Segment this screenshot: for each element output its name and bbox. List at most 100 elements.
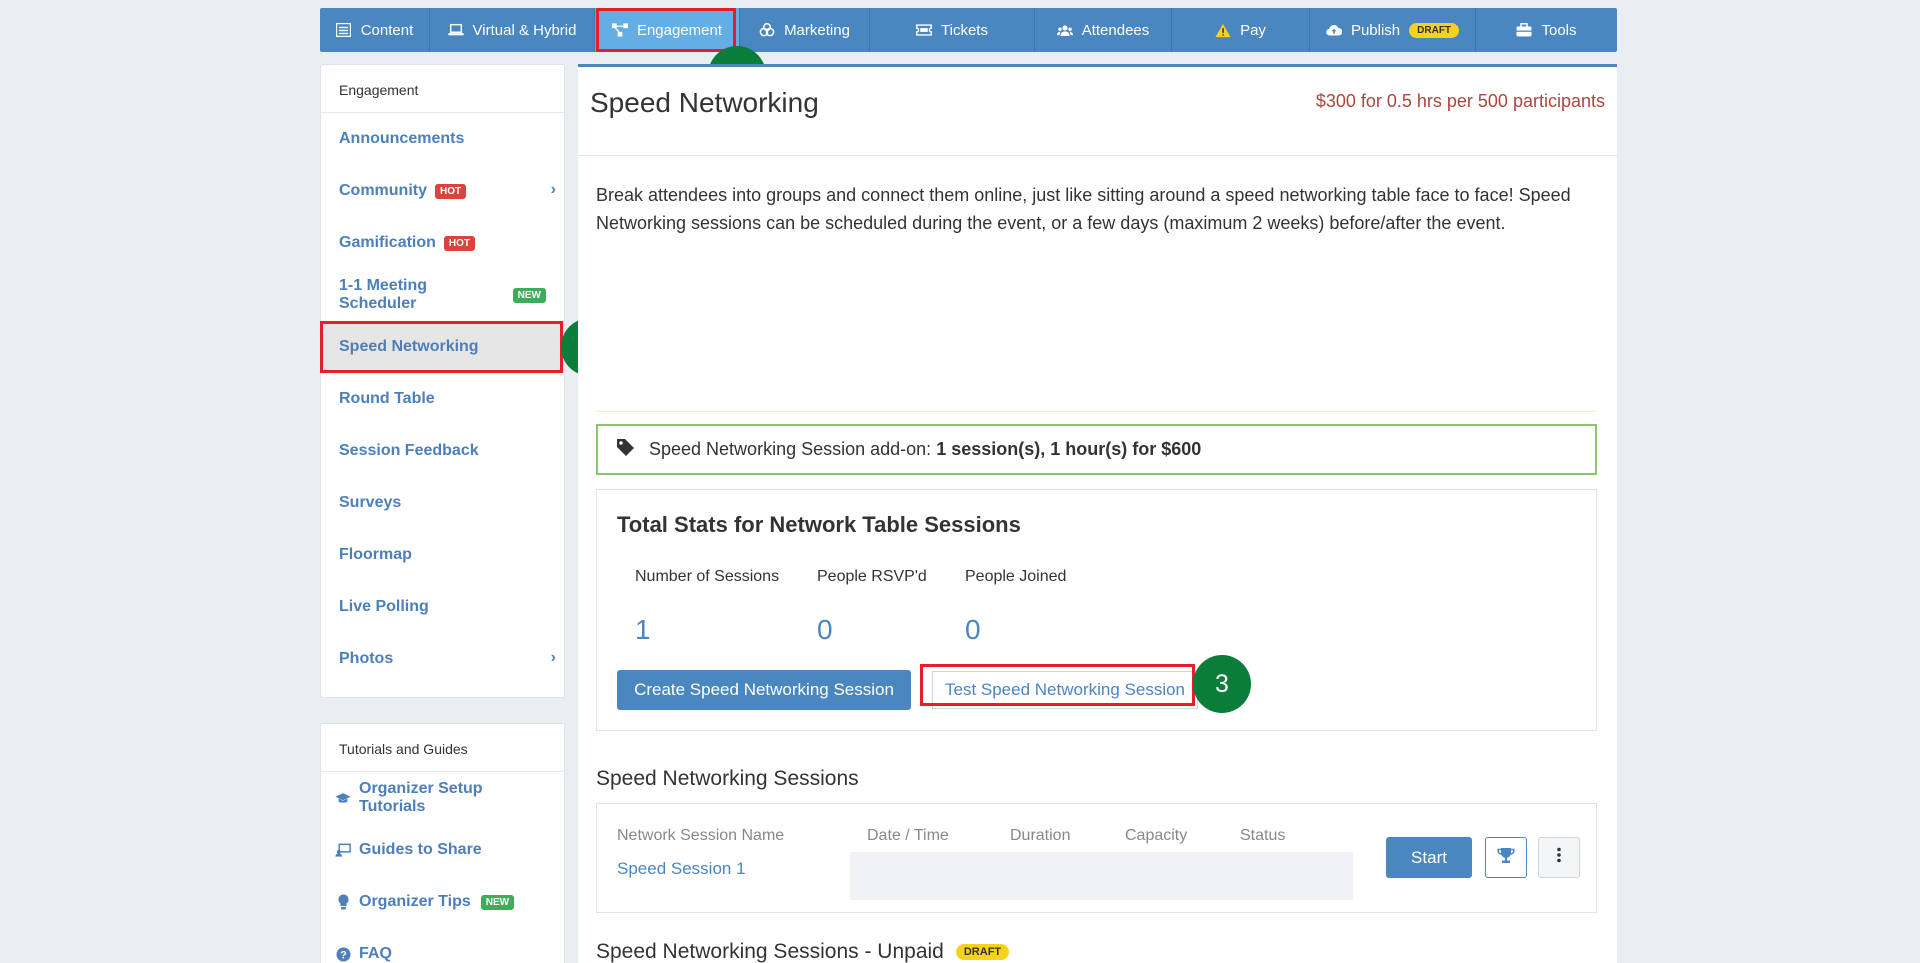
column-header-date-time: Date / Time — [867, 827, 949, 844]
network-icon — [611, 22, 628, 38]
sidebar-item-label: 1-1 Meeting Scheduler — [339, 277, 428, 312]
sidebar-item-photos[interactable]: Photos › — [321, 633, 564, 685]
guide-item-label: Organizer Setup Tutorials — [359, 780, 483, 815]
toolbox-icon — [1516, 22, 1532, 38]
price-note: $300 for 0.5 hrs per 500 participants — [1315, 91, 1605, 111]
sidebar-item-announcements[interactable]: Announcements — [321, 113, 564, 165]
stat-people-joined: People Joined 0 — [965, 568, 1066, 646]
guide-item-guides-to-share[interactable]: Guides to Share — [321, 824, 564, 876]
sidebar-item-speed-networking[interactable]: Speed Networking — [321, 321, 564, 373]
guide-item-organizer-tips[interactable]: Organizer Tips NEW — [321, 876, 564, 928]
cloud-upload-icon — [1326, 22, 1342, 38]
sidebar-guides: Tutorials and Guides Organizer Setup Tut… — [320, 723, 565, 963]
nav-engagement[interactable]: Engagement — [595, 8, 740, 52]
unpaid-sessions-title: Speed Networking Sessions - Unpaid — [596, 940, 944, 963]
sessions-table: Network Session Name Date / Time Duratio… — [596, 803, 1597, 913]
hot-tag: HOT — [443, 235, 476, 251]
users-icon — [1056, 22, 1073, 38]
laptop-icon — [447, 22, 464, 38]
nav-marketing[interactable]: Marketing — [740, 8, 870, 52]
nav-tickets[interactable]: Tickets — [870, 8, 1035, 52]
sidebar-item-label: Surveys — [339, 494, 402, 511]
sidebar-item-floormap[interactable]: Floormap — [321, 529, 564, 581]
guide-item-label: FAQ — [359, 945, 392, 962]
warning-icon — [1215, 22, 1231, 38]
stat-label: Number of Sessions — [635, 568, 780, 585]
guide-item-setup-tutorials[interactable]: Organizer Setup Tutorials — [321, 772, 564, 824]
sidebar-item-label: Photos — [339, 650, 394, 667]
nav-label: Tools — [1541, 21, 1577, 39]
nav-virtual-hybrid[interactable]: Virtual & Hybrid — [430, 8, 595, 52]
nav-publish[interactable]: Publish DRAFT — [1310, 8, 1476, 52]
sidebar-item-label: Session Feedback — [339, 442, 479, 459]
addon-prefix: Speed Networking Session add-on: — [649, 439, 932, 459]
ticket-icon — [916, 22, 932, 38]
sidebar-item-live-polling[interactable]: Live Polling — [321, 581, 564, 633]
column-header-status: Status — [1240, 827, 1286, 844]
top-navigation: Content Virtual & Hybrid Engagement Mark… — [320, 8, 1617, 52]
page-title: Speed Networking — [590, 87, 819, 118]
section-divider — [596, 411, 1596, 412]
draft-badge: DRAFT — [955, 944, 1010, 960]
stat-label: People Joined — [965, 568, 1067, 585]
more-options-button[interactable] — [1538, 837, 1580, 878]
nav-pay[interactable]: Pay — [1172, 8, 1310, 52]
nav-label: Tickets — [941, 21, 988, 39]
column-header-duration: Duration — [1010, 827, 1071, 844]
unpaid-sessions-header: Speed Networking Sessions - Unpaid DRAFT — [596, 940, 1010, 963]
tag-icon — [616, 438, 635, 462]
stat-value: 0 — [817, 614, 833, 645]
hot-tag: HOT — [435, 183, 467, 199]
share-screen-icon — [335, 842, 351, 858]
draft-badge: DRAFT — [1409, 22, 1460, 38]
graduation-cap-icon — [335, 790, 351, 806]
step-marker-3: 3 — [1193, 655, 1251, 713]
nav-label: Engagement — [636, 21, 723, 39]
addon-text: Speed Networking Session add-on: 1 sessi… — [649, 439, 1201, 460]
nav-label: Marketing — [784, 21, 850, 39]
list-icon — [336, 22, 352, 38]
nav-attendees[interactable]: Attendees — [1035, 8, 1172, 52]
session-name-link[interactable]: Speed Session 1 — [617, 859, 746, 879]
stat-number-of-sessions: Number of Sessions 1 — [635, 568, 779, 646]
stat-value: 1 — [635, 614, 651, 645]
nav-label: Virtual & Hybrid — [472, 21, 577, 39]
intro-text: Break attendees into groups and connect … — [596, 185, 1571, 233]
column-header-name: Network Session Name — [617, 827, 785, 844]
start-button[interactable]: Start — [1386, 837, 1472, 878]
sidebar-item-community[interactable]: Community HOT › — [321, 165, 564, 217]
stat-people-rsvpd: People RSVP'd 0 — [817, 568, 927, 646]
addon-details: 1 session(s), 1 hour(s) for $600 — [936, 439, 1202, 459]
nav-content[interactable]: Content — [320, 8, 430, 52]
sidebar-title: Engagement — [321, 65, 564, 113]
vertical-ellipsis-icon — [1557, 847, 1561, 868]
chevron-right-icon: › — [550, 181, 556, 198]
create-session-button[interactable]: Create Speed Networking Session — [617, 670, 911, 710]
nav-label: Pay — [1240, 21, 1266, 39]
leaderboard-button[interactable] — [1485, 837, 1527, 878]
sidebar-item-session-feedback[interactable]: Session Feedback — [321, 425, 564, 477]
trophy-icon — [1497, 847, 1515, 869]
column-header-capacity: Capacity — [1125, 827, 1188, 844]
stats-title: Total Stats for Network Table Sessions — [617, 512, 1021, 537]
new-tag: NEW — [480, 894, 515, 910]
stat-value: 0 — [965, 614, 981, 645]
nav-label: Publish — [1350, 21, 1401, 39]
nav-tools[interactable]: Tools — [1476, 8, 1617, 52]
sidebar-item-label: Announcements — [339, 130, 465, 147]
sidebar-item-gamification[interactable]: Gamification HOT — [321, 217, 564, 269]
nav-label: Content — [360, 21, 414, 39]
guide-item-faq[interactable]: ? FAQ — [321, 928, 564, 963]
sidebar-item-surveys[interactable]: Surveys — [321, 477, 564, 529]
chevron-right-icon: › — [550, 649, 556, 666]
sidebar-item-round-table[interactable]: Round Table — [321, 373, 564, 425]
test-session-button[interactable]: Test Speed Networking Session — [932, 671, 1198, 709]
sidebar-item-label: Round Table — [339, 390, 435, 407]
nav-label: Attendees — [1081, 21, 1150, 39]
stat-label: People RSVP'd — [817, 568, 927, 585]
sidebar-item-label: Community — [339, 182, 427, 199]
sidebar-item-meeting-scheduler[interactable]: 1-1 Meeting Scheduler NEW — [321, 269, 564, 321]
stats-panel: Total Stats for Network Table Sessions N… — [596, 489, 1597, 731]
sidebar-item-label: Floormap — [339, 546, 412, 563]
sidebar-engagement: Engagement Announcements Community HOT ›… — [320, 64, 565, 698]
